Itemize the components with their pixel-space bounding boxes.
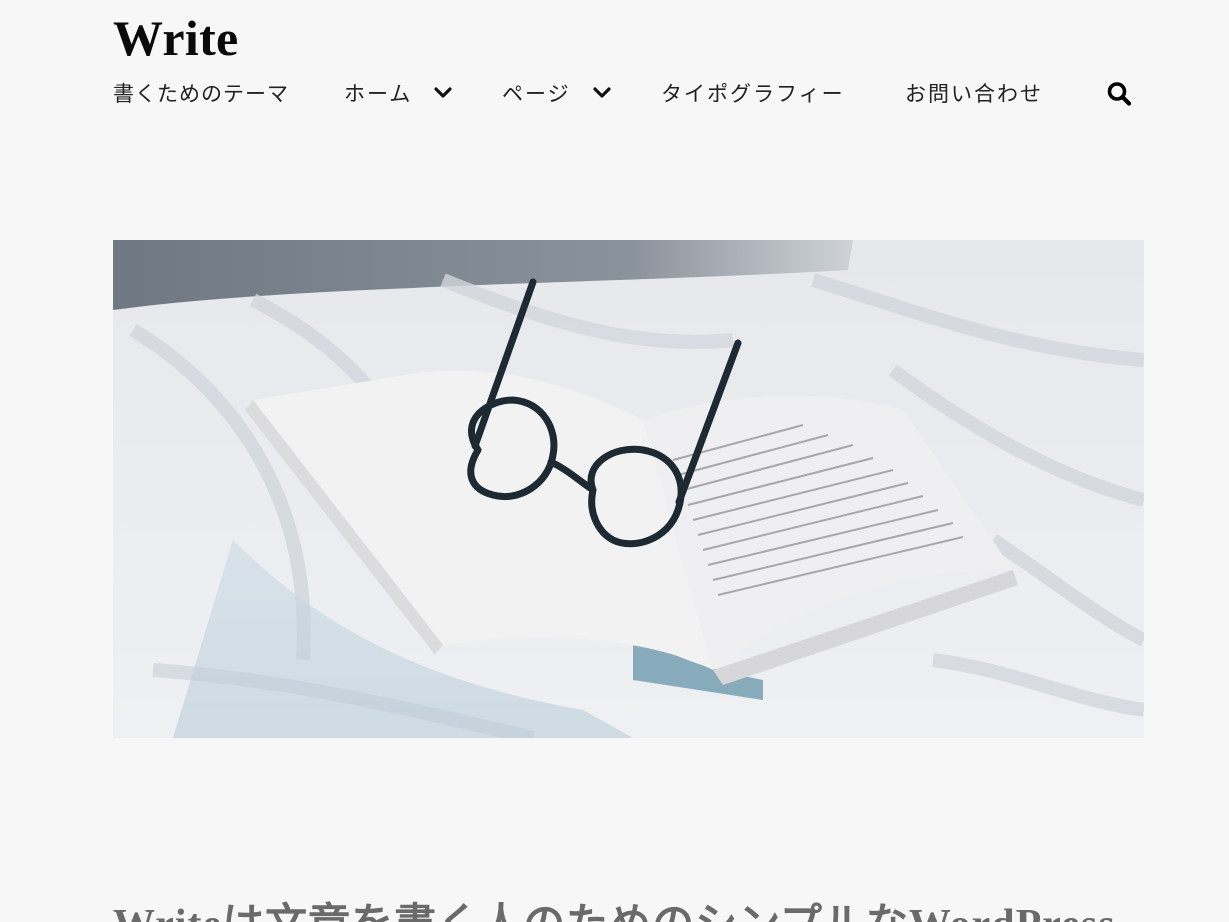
nav-item-home[interactable]: ホーム [344, 78, 452, 108]
site-tagline: 書くためのテーマ [113, 82, 289, 106]
nav-item-contact[interactable]: お問い合わせ [905, 78, 1043, 108]
nav-item-label: ページ [502, 82, 571, 106]
hero-image [113, 240, 1144, 738]
site-header: Write [113, 8, 1133, 68]
nav-item-typography[interactable]: タイポグラフィー [661, 78, 845, 108]
chevron-down-icon [592, 87, 611, 98]
chevron-down-icon [434, 87, 452, 98]
search-button[interactable] [1104, 79, 1134, 109]
nav-item-pages[interactable]: ページ [502, 78, 611, 108]
site-title[interactable]: Write [113, 8, 1133, 68]
nav-item-label: タイポグラフィー [661, 82, 845, 106]
nav-item-label: ホーム [344, 82, 413, 106]
book-glasses-photo [113, 240, 1144, 738]
nav-item-label: お問い合わせ [905, 82, 1043, 106]
post-title[interactable]: Writeは文章を書く人のためのシンプルなWordPress [113, 900, 1115, 922]
search-icon [1107, 82, 1132, 106]
